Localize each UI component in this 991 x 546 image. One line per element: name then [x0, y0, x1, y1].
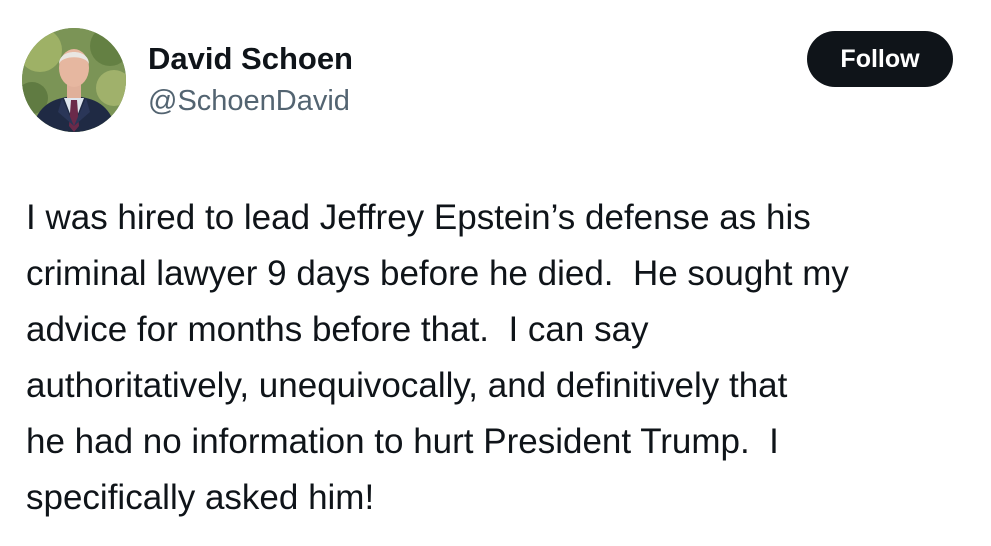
profile-photo-icon — [22, 28, 126, 132]
tweet-line: authoritatively, unequivocally, and defi… — [26, 366, 788, 405]
avatar[interactable] — [22, 28, 126, 132]
tweet-line: he had no information to hurt President … — [26, 422, 779, 461]
tweet-line: criminal lawyer 9 days before he died. H… — [26, 254, 849, 293]
tweet-text: I was hired to lead Jeffrey Epstein’s de… — [26, 190, 976, 526]
tweet-header: David Schoen @SchoenDavid Follow — [18, 26, 973, 136]
tweet-line: I was hired to lead Jeffrey Epstein’s de… — [26, 198, 811, 237]
tweet-line: specifically asked him! — [26, 478, 375, 517]
user-info: David Schoen @SchoenDavid — [148, 40, 353, 118]
tweet-card: David Schoen @SchoenDavid Follow I was h… — [0, 0, 991, 546]
display-name[interactable]: David Schoen — [148, 40, 353, 78]
follow-button[interactable]: Follow — [807, 31, 953, 87]
tweet-line: advice for months before that. I can say — [26, 310, 649, 349]
user-handle[interactable]: @SchoenDavid — [148, 84, 353, 118]
